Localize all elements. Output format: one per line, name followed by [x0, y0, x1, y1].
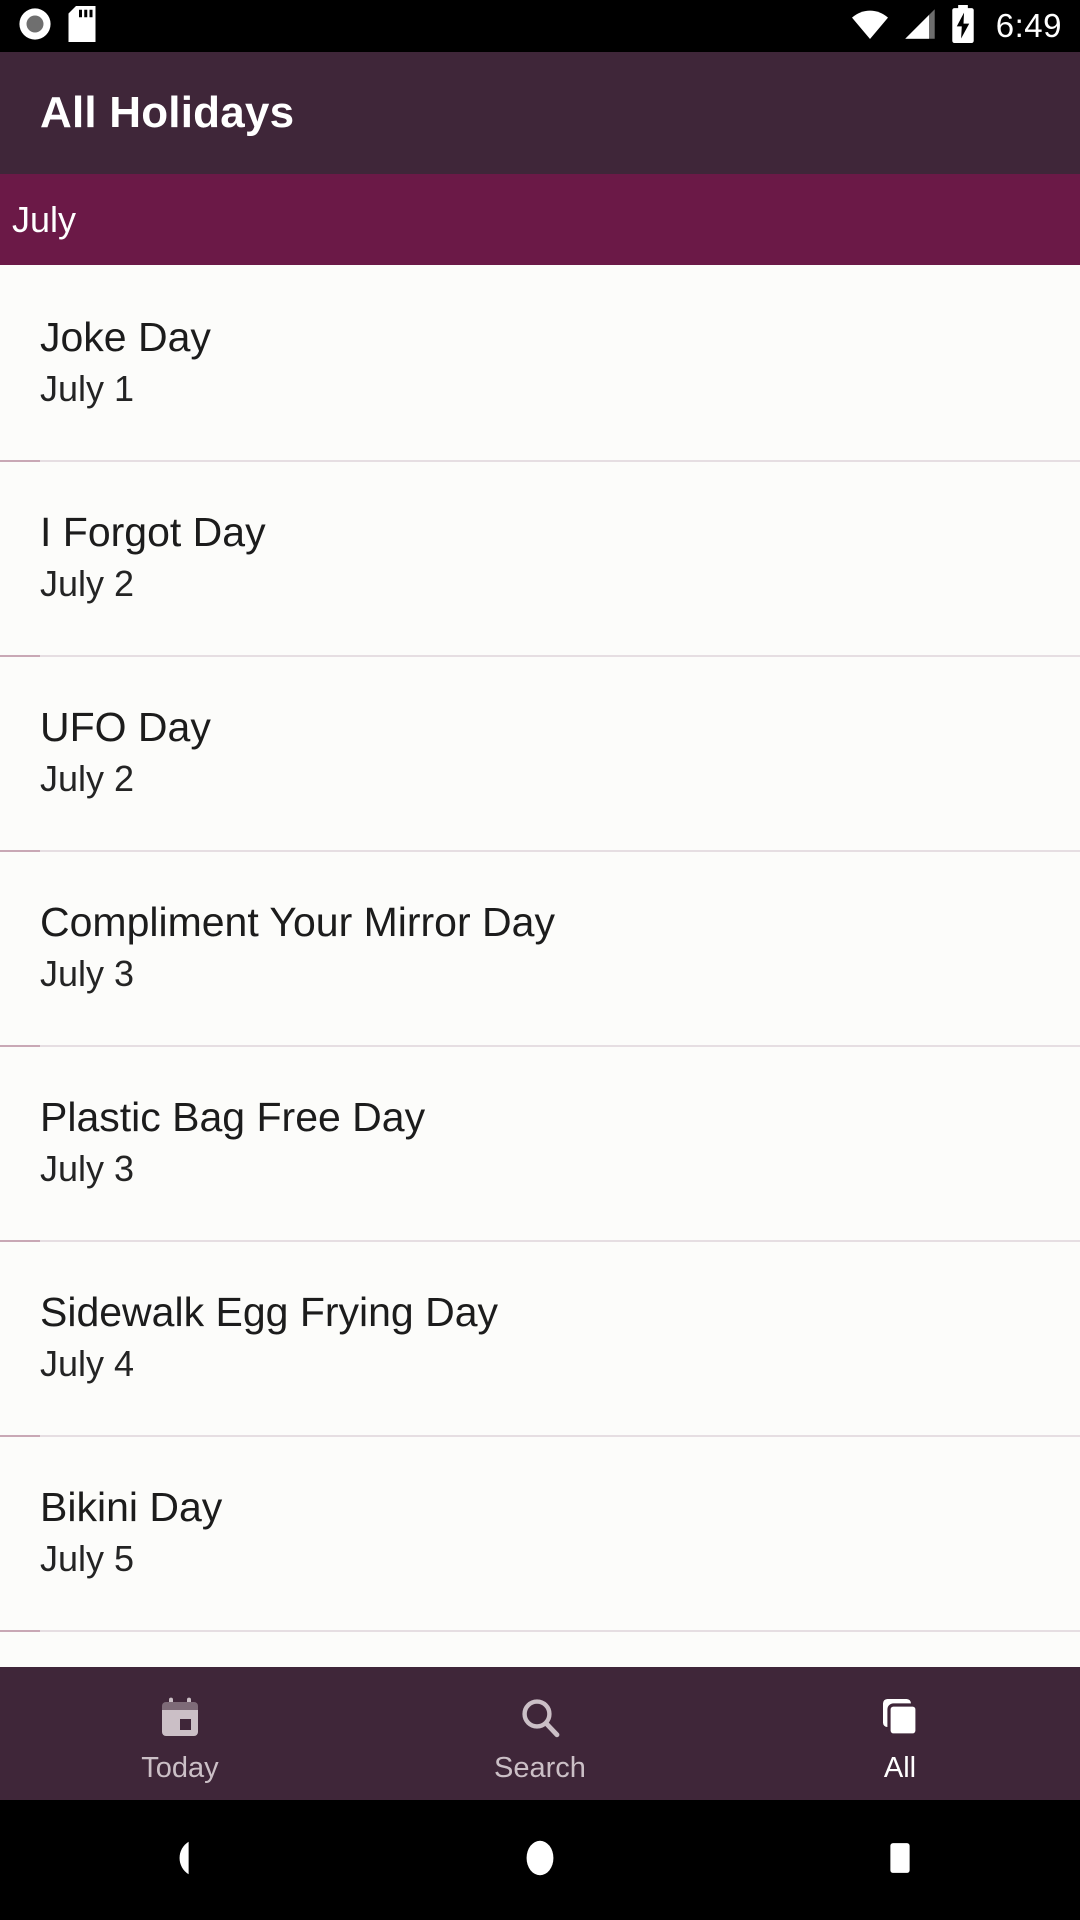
- sd-card-icon: [68, 5, 96, 47]
- screen-record-icon: [18, 7, 52, 46]
- list-item[interactable]: Sidewalk Egg Frying Day July 4: [0, 1240, 1080, 1435]
- app-bar: All Holidays: [0, 52, 1080, 174]
- bottom-nav-tab-search[interactable]: Search: [360, 1667, 720, 1800]
- section-header-label: July: [12, 198, 77, 240]
- list-item-date: July 4: [40, 1342, 135, 1384]
- page-title: All Holidays: [40, 88, 295, 137]
- list-item-date: July 2: [40, 757, 135, 799]
- android-system-nav: [0, 1800, 1080, 1920]
- list-item-date: July 1: [40, 367, 135, 409]
- list-item-date: July 3: [40, 1147, 135, 1189]
- layers-all-icon: [876, 1692, 924, 1744]
- list-item-title: Bikini Day: [40, 1484, 223, 1530]
- battery-charging-icon: [950, 4, 976, 48]
- list-item-date: July 3: [40, 952, 135, 994]
- bottom-nav-tab-all[interactable]: All: [720, 1667, 1080, 1800]
- list-item-title: Sidewalk Egg Frying Day: [40, 1289, 499, 1335]
- section-header-july: July: [0, 174, 1080, 265]
- status-bar: 6:49: [0, 0, 1080, 52]
- status-bar-right-icons: 6:49: [850, 4, 1062, 48]
- bottom-nav-label-all: All: [883, 1752, 917, 1784]
- phone-screen: 6:49 All Holidays July Joke Day July 1 I…: [0, 0, 1080, 1920]
- recents-square-icon: [879, 1837, 921, 1884]
- android-home-button[interactable]: [450, 1835, 630, 1886]
- back-triangle-icon: [157, 1835, 203, 1886]
- list-item-title: Plastic Bag Free Day: [40, 1094, 426, 1140]
- status-bar-left-icons: [18, 5, 96, 47]
- search-icon: [516, 1692, 564, 1744]
- holiday-list[interactable]: Joke Day July 1 I Forgot Day July 2 UFO …: [0, 265, 1080, 1667]
- list-item[interactable]: Compliment Your Mirror Day July 3: [0, 850, 1080, 1045]
- bottom-navigation: Today Search All: [0, 1667, 1080, 1800]
- bottom-nav-label-today: Today: [141, 1752, 219, 1784]
- list-item-title: Joke Day: [40, 314, 211, 360]
- list-item[interactable]: Bikini Day July 5: [0, 1435, 1080, 1630]
- list-item[interactable]: Joke Day July 1: [0, 265, 1080, 460]
- list-item[interactable]: Plastic Bag Free Day July 3: [0, 1045, 1080, 1240]
- wifi-icon: [850, 7, 890, 46]
- android-back-button[interactable]: [90, 1835, 270, 1886]
- list-item-title: Compliment Your Mirror Day: [40, 899, 555, 945]
- list-item[interactable]: I Forgot Day July 2: [0, 460, 1080, 655]
- calendar-today-icon: [156, 1692, 204, 1744]
- status-bar-clock: 6:49: [995, 7, 1062, 44]
- home-circle-icon: [517, 1835, 563, 1886]
- list-item-title: UFO Day: [40, 704, 211, 750]
- list-item[interactable]: UFO Day July 2: [0, 655, 1080, 850]
- cellular-signal-icon: [902, 7, 938, 46]
- list-item-date: July 5: [40, 1537, 135, 1579]
- list-item-date: July 2: [40, 562, 135, 604]
- android-recents-button[interactable]: [810, 1837, 990, 1884]
- list-item-title: I Forgot Day: [40, 509, 266, 555]
- bottom-nav-tab-today[interactable]: Today: [0, 1667, 360, 1800]
- list-item[interactable]: Kissing Day July 6: [0, 1630, 1080, 1667]
- bottom-nav-label-search: Search: [494, 1752, 586, 1784]
